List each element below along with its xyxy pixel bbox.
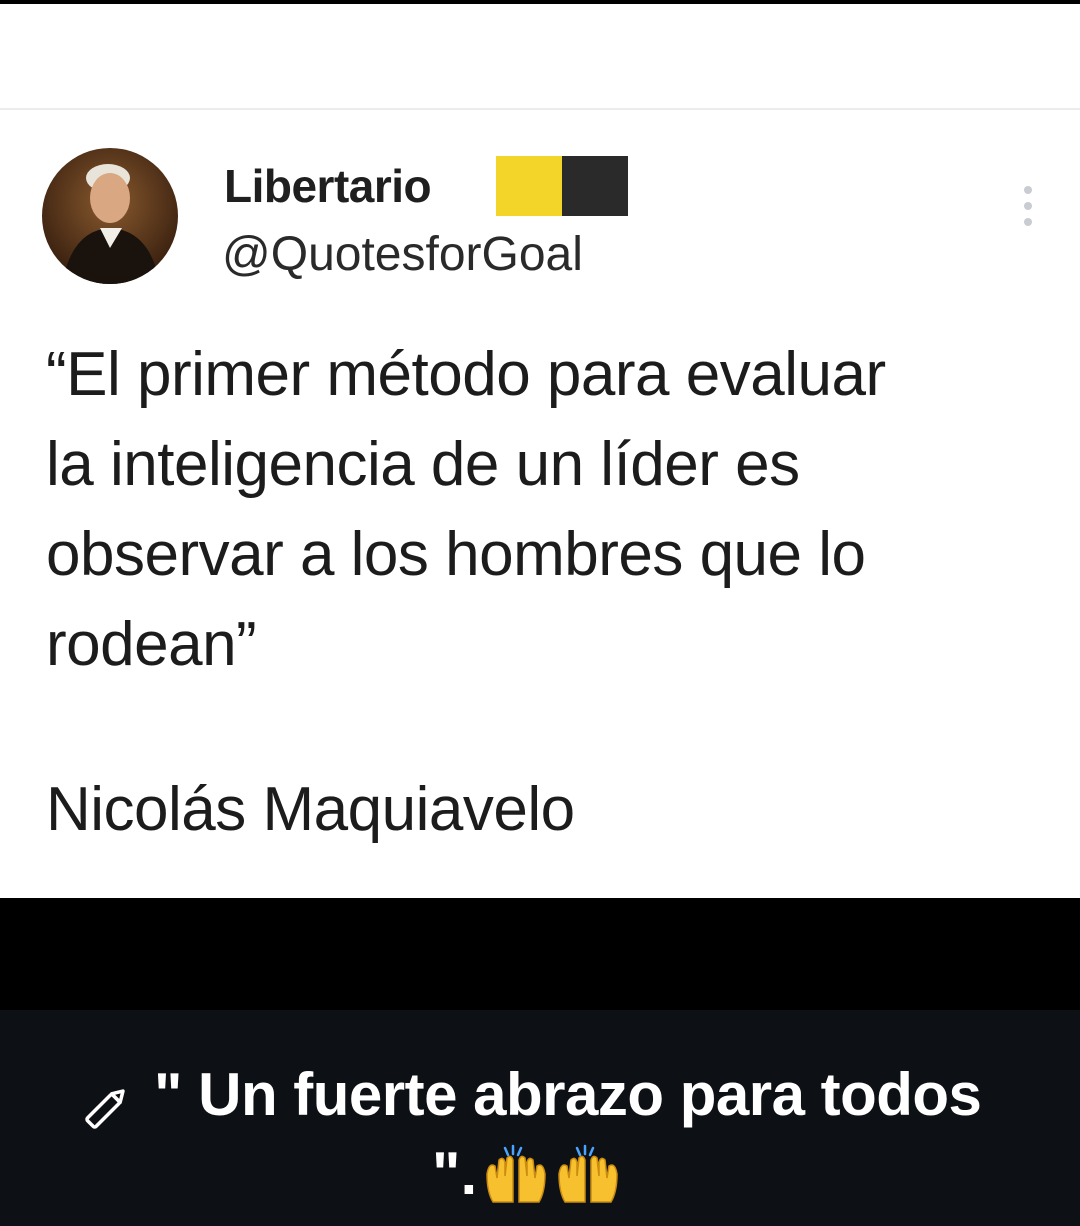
pencil-icon — [78, 1080, 134, 1136]
quote-line: “El primer método para evaluar — [46, 340, 886, 409]
user-handle[interactable]: @QuotesforGoal — [222, 226, 583, 284]
display-name[interactable]: Libertario — [224, 158, 432, 214]
caption-text-closing: ". — [432, 1140, 478, 1207]
quote-text: “El primer método para evaluar la inteli… — [46, 330, 1056, 690]
flag-badge-icon — [496, 156, 628, 216]
more-options-icon[interactable] — [1014, 184, 1042, 228]
caption-text: " Un fuerte abrazo para todos — [154, 1061, 982, 1128]
raising-hands-icon — [483, 1144, 549, 1204]
divider — [0, 108, 1080, 110]
quote-line: rodean” — [46, 610, 257, 679]
quote-line: observar a los hombres que lo — [46, 520, 866, 589]
quote-author: Nicolás Maquiavelo — [46, 775, 575, 844]
raising-hands-icon — [555, 1144, 621, 1204]
quote-line: la inteligencia de un líder es — [46, 430, 800, 499]
caption-text-end: ". — [432, 1138, 621, 1210]
avatar[interactable] — [42, 148, 178, 284]
